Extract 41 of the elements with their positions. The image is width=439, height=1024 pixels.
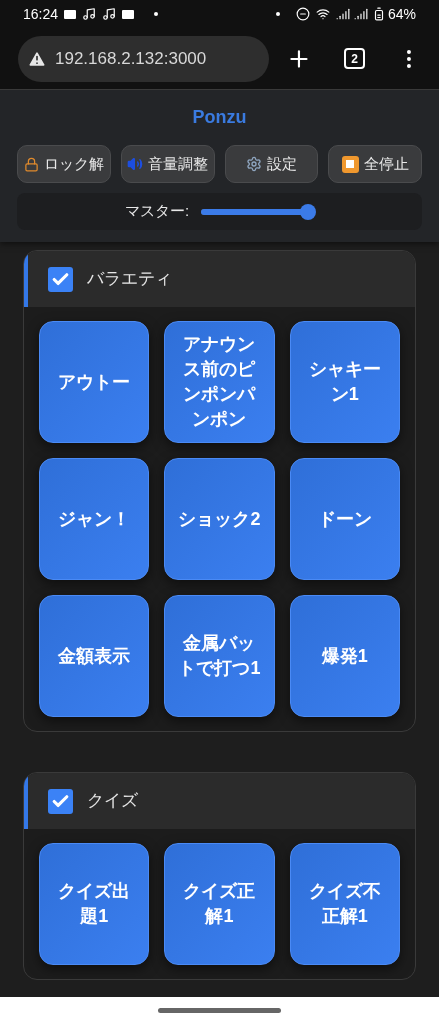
- wifi-icon: [315, 7, 330, 21]
- sound-button[interactable]: アナウンス前のピンポンパンポン: [164, 321, 275, 443]
- stop-icon: [341, 155, 359, 173]
- category-checkbox[interactable]: [48, 266, 73, 292]
- toolbar-button[interactable]: ロック解: [17, 145, 111, 183]
- sound-button[interactable]: 爆発1: [289, 595, 400, 717]
- sound-button[interactable]: ジャン！: [39, 458, 150, 580]
- clock-time: 16:24: [23, 4, 59, 24]
- sound-button[interactable]: クイズ正解1: [164, 843, 275, 965]
- toolbar-button[interactable]: 音量調整: [120, 145, 215, 183]
- notification-icon: [64, 9, 77, 19]
- gear-icon: [245, 156, 262, 172]
- app-title: Ponzu: [192, 106, 247, 129]
- do-not-disturb-icon: [295, 7, 310, 21]
- signal-icon: [353, 7, 368, 21]
- music-note-icon: [102, 7, 117, 21]
- category-title: クイズ: [87, 790, 138, 813]
- signal-icon: [335, 7, 350, 21]
- home-handle[interactable]: [158, 1008, 281, 1013]
- address-bar[interactable]: 192.168.2.132:3000: [18, 35, 270, 82]
- speaker-icon: [127, 156, 144, 172]
- toolbar-button[interactable]: 設定: [224, 145, 319, 183]
- master-label: マスター:: [124, 201, 190, 222]
- battery-percent: 64%: [387, 4, 416, 24]
- category-title: バラエティ: [87, 268, 172, 291]
- category-checkbox[interactable]: [48, 788, 73, 814]
- toolbar-button[interactable]: 全停止: [328, 145, 422, 183]
- sound-button[interactable]: 金属バットで打つ1: [164, 595, 275, 717]
- master-slider[interactable]: [201, 204, 315, 219]
- url-text: 192.168.2.132:3000: [55, 47, 207, 70]
- sound-button[interactable]: 金額表示: [39, 595, 150, 717]
- lock-icon: [23, 156, 39, 172]
- sound-button[interactable]: ショック2: [164, 458, 275, 580]
- notification-icon: [122, 9, 135, 19]
- sound-button[interactable]: シャキーン1: [289, 321, 400, 443]
- sound-button[interactable]: クイズ出題1: [39, 843, 150, 965]
- sound-button[interactable]: クイズ不正解1: [289, 843, 400, 965]
- sound-button[interactable]: アウトー: [39, 321, 150, 443]
- music-note-icon: [82, 7, 97, 21]
- sound-button[interactable]: ドーン: [289, 458, 400, 580]
- tab-count-button[interactable]: 2: [344, 48, 366, 69]
